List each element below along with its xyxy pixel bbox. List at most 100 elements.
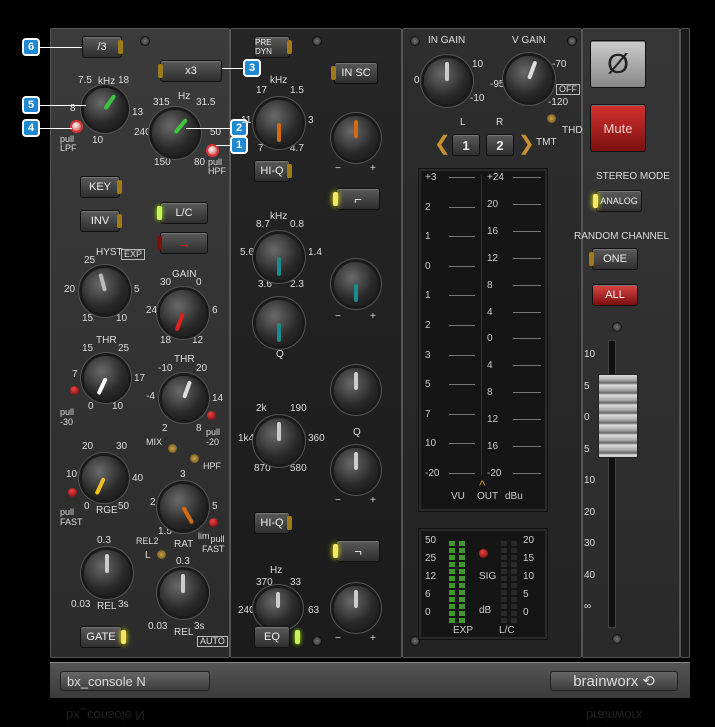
output-fader-handle[interactable] (598, 374, 638, 458)
hyst-knob[interactable] (82, 268, 128, 314)
vu-right-tick-label: 4 (487, 306, 493, 318)
pull-30-indicator[interactable] (70, 386, 79, 395)
key-button[interactable]: KEY (80, 176, 120, 198)
thr2-tick: 14 (212, 393, 224, 404)
band3-freq-knob[interactable] (256, 418, 302, 464)
screw-icon (612, 322, 622, 332)
hi-q-button-2[interactable]: HI-Q (254, 512, 290, 534)
channel-2-button[interactable]: 2 (486, 134, 514, 156)
lc-led (157, 206, 162, 220)
v-gain-knob[interactable] (506, 56, 552, 102)
rat-knob[interactable] (160, 484, 206, 530)
gate-button[interactable]: GATE (80, 626, 122, 648)
band1-freq-knob[interactable] (256, 100, 302, 146)
pull-lpf-indicator[interactable] (72, 122, 81, 131)
in-sc-button[interactable]: IN SC (334, 62, 378, 84)
gr-exp-segment (449, 618, 455, 623)
mix-switch[interactable] (168, 444, 177, 453)
hi-q-led-1 (287, 164, 292, 178)
eq-button[interactable]: EQ (254, 626, 290, 648)
vu-left-tick-label: 0 (425, 260, 431, 272)
vu-left-tick (449, 295, 475, 297)
vu-right-tick-label: 0 (487, 333, 493, 345)
shelf-low-button[interactable]: ⌐ (336, 188, 380, 210)
gr-lc-segment (501, 541, 507, 546)
gain-knob[interactable] (160, 290, 206, 336)
rel2-switch[interactable] (157, 550, 166, 559)
phase-button[interactable]: Ø (590, 40, 646, 88)
in-gain-knob[interactable] (424, 58, 470, 104)
pull-hpf-indicator[interactable] (208, 146, 217, 155)
gr-meter: EXP L/C SIG dB 50 25 12 6 0 20 15 10 5 0 (418, 528, 548, 640)
hyst-tick: 20 (64, 284, 76, 295)
gr-exp-segment (449, 541, 455, 546)
vu-left-tick-label: 3 (425, 349, 431, 361)
in-gain-tick: 10 (472, 59, 484, 70)
vu-left-tick-label: 1 (425, 231, 431, 243)
band3-q-knob[interactable] (334, 368, 378, 412)
inv-button[interactable]: INV (80, 210, 120, 232)
sidechain-listen-button[interactable]: → (160, 232, 208, 254)
band3-gain-knob[interactable] (334, 448, 378, 492)
callout-line (216, 145, 230, 146)
vu-left-tick-label: 2 (425, 320, 431, 331)
rel-b-knob[interactable] (160, 570, 206, 616)
lpf-tick: 18 (118, 75, 130, 86)
shelf-high-button[interactable]: ¬ (336, 540, 380, 562)
mute-button[interactable]: Mute (590, 104, 646, 152)
signal-led (479, 549, 488, 558)
thr-tick: 17 (134, 373, 146, 384)
band2-freq-knob[interactable] (256, 234, 302, 280)
all-button[interactable]: ALL (592, 284, 638, 306)
hi-q-button-1[interactable]: HI-Q (254, 160, 290, 182)
thr2-knob[interactable] (162, 376, 206, 420)
gain-tick: 0 (196, 277, 202, 288)
gain-label: GAIN (172, 269, 197, 280)
hyst-label: HYST (96, 247, 123, 258)
band4-tick: 63 (308, 605, 320, 616)
l-label: L (145, 550, 151, 561)
gr-lc-segment (501, 583, 507, 588)
vu-left-tick-label: +3 (425, 172, 437, 183)
band2-q-knob[interactable] (256, 300, 302, 346)
gr-exp-segment (449, 583, 455, 588)
gr-exp-segment (449, 555, 455, 560)
band2-gain-knob[interactable] (334, 262, 378, 306)
hpf-switch[interactable] (190, 454, 199, 463)
channel-1-button[interactable]: 1 (452, 134, 480, 156)
gain-tick: 24 (146, 305, 158, 316)
channel-next-icon[interactable]: ❯ (518, 134, 535, 154)
vu-left-tick (449, 473, 475, 474)
hpf-knob[interactable] (152, 110, 198, 156)
gr-lc-segment (501, 548, 507, 553)
pull-20-indicator[interactable] (207, 411, 216, 420)
lc-button[interactable]: L/C (160, 202, 208, 224)
band1-tick: 1.5 (290, 85, 304, 96)
minus-label: − (335, 495, 341, 506)
thd-switch[interactable] (547, 114, 556, 123)
minus-label: − (335, 163, 341, 174)
band1-gain-knob[interactable] (334, 116, 378, 160)
fader-tick-label: 10 (584, 349, 596, 360)
rel-a-knob[interactable] (84, 550, 130, 596)
pre-dyn-button[interactable]: PRE DYN (254, 36, 290, 58)
div3-button[interactable]: /3 (82, 36, 122, 58)
shelf-curve-icon: ¬ (354, 543, 362, 559)
x3-button[interactable]: x3 (160, 60, 222, 82)
tmt-label: TMT (536, 137, 557, 148)
thr-knob[interactable] (84, 356, 128, 400)
pull-fast2-indicator[interactable] (209, 518, 218, 527)
rat-tick: 5 (212, 501, 218, 512)
one-button[interactable]: ONE (592, 248, 638, 270)
lpf-knob[interactable] (84, 88, 126, 130)
channel-prev-icon[interactable]: ❮ (434, 134, 451, 154)
rge-knob[interactable] (82, 456, 126, 500)
thr2-tick: 2 (162, 423, 168, 434)
pull-fast-indicator[interactable] (68, 488, 77, 497)
band4-gain-knob[interactable] (334, 586, 378, 630)
v-gain-label: V GAIN (512, 35, 546, 46)
analog-button[interactable]: ANALOG (596, 190, 642, 212)
band4-freq-knob[interactable] (256, 588, 300, 628)
band3-tick: 580 (290, 463, 307, 474)
gr-lc-segment (511, 590, 517, 595)
